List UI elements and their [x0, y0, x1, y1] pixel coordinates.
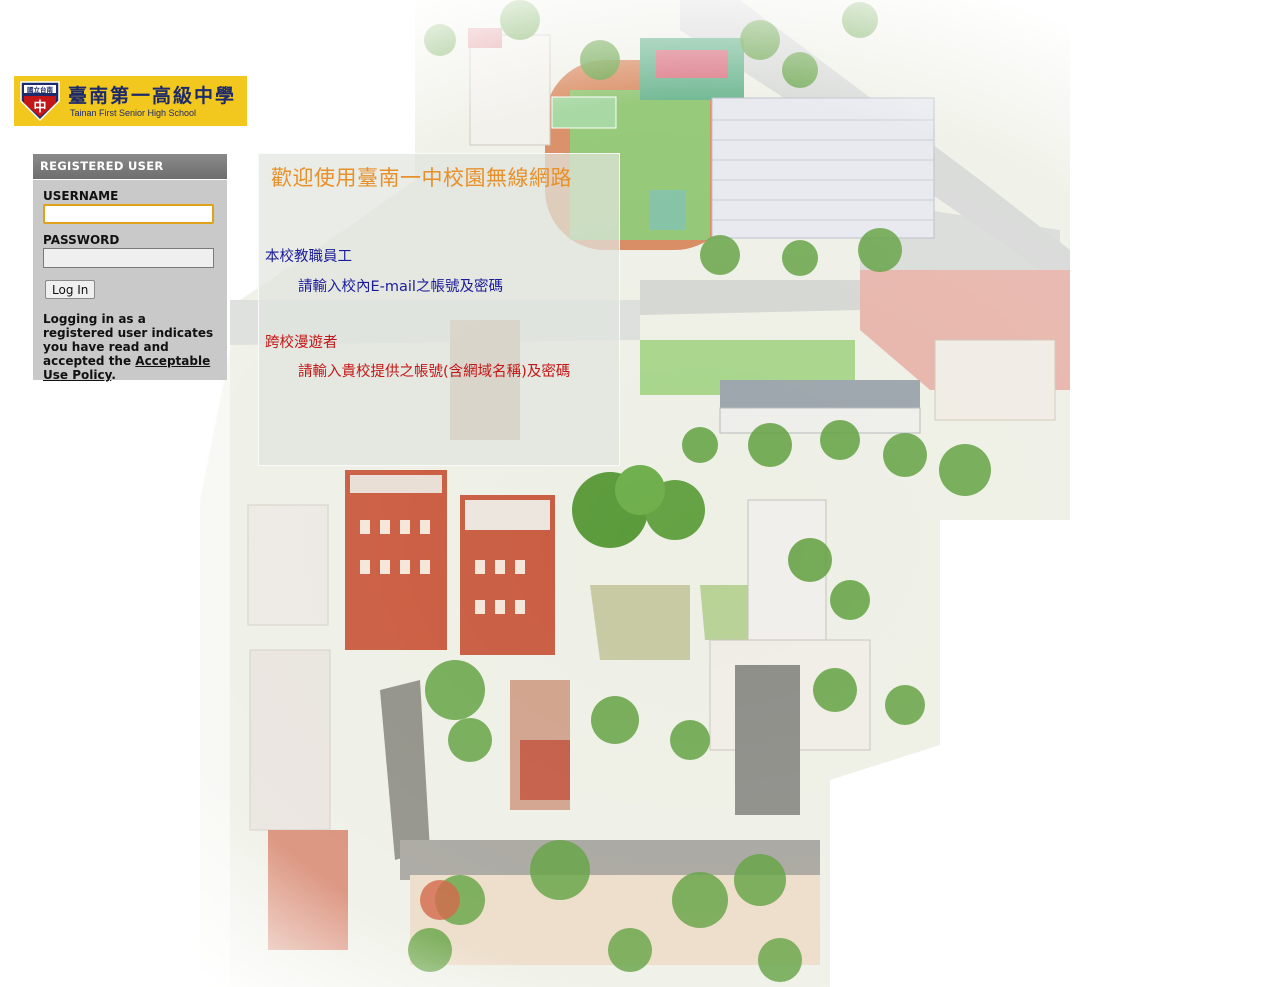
roaming-user-heading: 跨校漫遊者: [265, 335, 338, 351]
username-label: USERNAME: [43, 189, 119, 203]
login-page: 國立台南 中 臺南第一高級中學 Tainan First Senior High…: [0, 0, 1277, 987]
school-logo: 國立台南 中 臺南第一高級中學 Tainan First Senior High…: [14, 76, 247, 126]
roaming-user-instructions: 請輸入貴校提供之帳號(含網域名稱)及密碼: [298, 364, 571, 380]
staff-heading: 本校教職員工: [265, 249, 352, 265]
school-emblem-icon: 國立台南 中: [18, 79, 62, 123]
password-label: PASSWORD: [43, 233, 120, 247]
school-name-chinese: 臺南第一高級中學: [68, 84, 237, 107]
welcome-info-box: 歡迎使用臺南一中校園無線網路 本校教職員工 請輸入校內E-mail之帳號及密碼 …: [258, 153, 620, 466]
acceptable-use-notice: Logging in as a registered user indicate…: [43, 312, 217, 382]
login-panel-header: REGISTERED USER: [33, 154, 227, 180]
campus-illustration-background: [0, 0, 1277, 987]
staff-instructions: 請輸入校內E-mail之帳號及密碼: [298, 279, 503, 295]
emblem-char: 中: [33, 99, 46, 115]
school-name-english: Tainan First Senior High School: [70, 107, 197, 118]
password-input[interactable]: [43, 248, 214, 268]
log-in-button[interactable]: Log In: [45, 280, 96, 299]
login-panel: REGISTERED USER USERNAME PASSWORD Log In…: [33, 154, 227, 382]
username-input[interactable]: [43, 204, 214, 224]
notice-end: .: [111, 368, 116, 382]
emblem-text: 國立台南: [27, 85, 54, 94]
welcome-title: 歡迎使用臺南一中校園無線網路: [271, 166, 572, 190]
login-form: USERNAME PASSWORD Log In Logging in as a…: [33, 180, 227, 382]
